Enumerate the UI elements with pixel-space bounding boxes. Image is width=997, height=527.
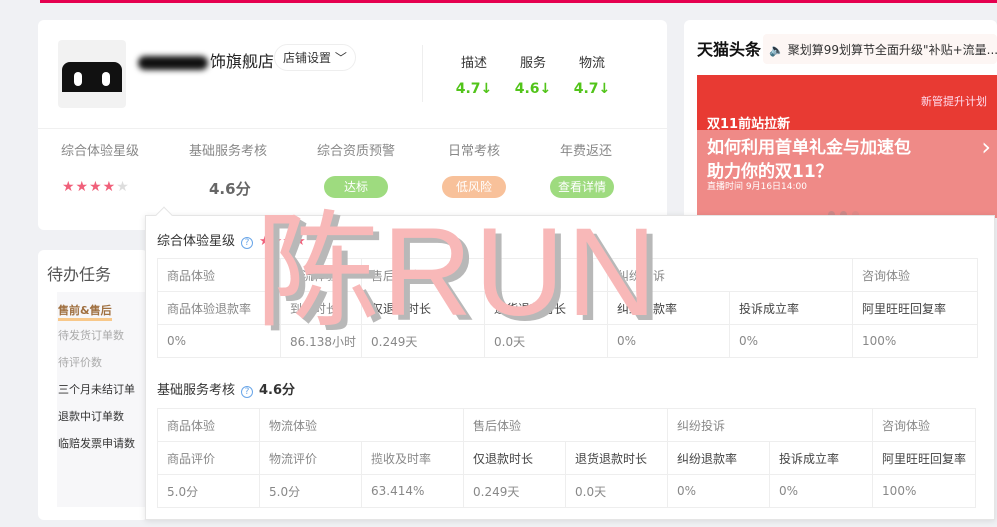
star-rating: ★★★★★ (62, 179, 130, 195)
table-cell: 0.249天 (361, 324, 485, 358)
banner-time: 直播时间 9月16日14:00 (707, 182, 807, 192)
shop-settings-button[interactable]: 店铺设置 ﹀ (274, 44, 356, 71)
table-row: 商品体验 物流体验 售后体验 纠纷投诉 咨询体验 (157, 408, 977, 442)
table-cell: 5.0分 (259, 474, 362, 508)
table-cell: 0% (667, 474, 771, 508)
metric-title[interactable]: 日常考核 (419, 140, 529, 159)
table-cell: 售后体验 (360, 258, 609, 292)
experience-table: 商品体验 物流体验 售后体验 纠纷投诉 咨询体验 商品体验退款率 到货时长 仅退款时长 退货退… (157, 258, 979, 358)
table-cell: 投诉成立率 (769, 441, 874, 475)
table-cell: 商品体验退款率 (157, 291, 281, 325)
metric-title[interactable]: 年费返还 (531, 140, 641, 159)
todo-item[interactable]: 待评价数 (58, 354, 102, 370)
tmall-headline-logo: 天猫头条 (697, 40, 762, 59)
section-title-experience: 综合体验星级? ★★★★ (157, 234, 306, 249)
table-cell: 0% (729, 324, 854, 358)
divider (38, 128, 667, 129)
table-cell: 0% (769, 474, 874, 508)
todo-item[interactable]: 待发货订单数 (58, 327, 124, 343)
divider (422, 45, 423, 102)
daily-risk-badge[interactable]: 低风险 (442, 176, 506, 198)
dsr-logistics: 物流 4.7↓ (573, 56, 611, 97)
basic-score: 4.6分 (209, 180, 251, 198)
qualification-badge[interactable]: 达标 (324, 176, 388, 198)
todo-tab[interactable]: 售前&售后 (58, 302, 112, 321)
promo-banner[interactable]: 新管提升计划 双11前站拉新 如何利用首单礼金与加速包 助力你的双11？ 直播时… (697, 75, 997, 218)
metric-title[interactable]: 基础服务考核 (173, 140, 283, 159)
metric-title[interactable]: 综合资质预警 (301, 140, 411, 159)
banner-brand: 新管提升计划 (921, 95, 987, 108)
speaker-icon: 🔈 (769, 43, 784, 57)
section-title-basic: 基础服务考核? 4.6分 (157, 383, 296, 398)
help-icon[interactable]: ? (241, 237, 254, 249)
table-cell: 咨询体验 (872, 408, 977, 442)
table-cell: 纠纷退款率 (667, 441, 771, 475)
table-row: 商品体验退款率 到货时长 仅退款时长 退货退款时长 纠纷退款率 投诉成立率 阿里旺旺回复率 (157, 291, 979, 325)
table-cell: 咨询体验 (852, 258, 979, 292)
banner-tag: 双11前站拉新 (707, 117, 791, 132)
table-cell: 0.0天 (565, 474, 669, 508)
table-cell: 物流体验 (258, 408, 465, 442)
table-cell: 0% (157, 324, 281, 358)
table-cell: 到货时长 (280, 291, 362, 325)
table-cell: 仅退款时长 (463, 441, 567, 475)
table-cell: 商品评价 (157, 441, 260, 475)
table-cell: 揽收及时率 (360, 441, 465, 475)
top-accent-bar (40, 0, 997, 3)
table-cell: 纠纷投诉 (607, 258, 854, 292)
table-cell: 投诉成立率 (729, 291, 854, 325)
shop-logo (58, 40, 126, 108)
table-cell: 商品体验 (157, 408, 260, 442)
table-cell: 5.0分 (157, 474, 260, 508)
table-cell: 商品体验 (157, 258, 281, 292)
table-cell: 0% (607, 324, 731, 358)
metric-title[interactable]: 综合体验星级 (45, 140, 155, 159)
table-row: 商品评价 物流评价 揽收及时率 仅退款时长 退货退款时长 纠纷退款率 投诉成立率 阿里旺旺回复… (157, 441, 977, 475)
table-cell: 退货退款时长 (565, 441, 669, 475)
table-cell: 纠纷退款率 (607, 291, 731, 325)
todo-item[interactable]: 三个月未结订单 (58, 381, 135, 397)
table-cell: 100% (852, 324, 979, 358)
table-cell: 86.138小时 (280, 324, 362, 358)
next-arrow-icon[interactable]: › (981, 133, 991, 161)
todo-item[interactable]: 退款中订单数 (58, 408, 124, 424)
table-cell: 物流体验 (280, 258, 362, 292)
table-row: 5.0分 5.0分 63.414% 0.249天 0.0天 0% 0% 100% (157, 474, 977, 508)
todo-card: 待办任务 售前&售后 待发货订单数 待评价数 三个月未结订单 退款中订单数 临赔… (38, 250, 152, 520)
table-cell: 售后体验 (463, 408, 669, 442)
table-cell: 63.414% (360, 474, 465, 508)
help-icon[interactable]: ? (241, 386, 254, 398)
banner-title: 如何利用首单礼金与加速包 (707, 138, 911, 158)
dsr-service: 服务 4.6↓ (514, 56, 552, 97)
table-cell: 阿里旺旺回复率 (872, 441, 977, 475)
news-ticker[interactable]: 🔈 聚划算99划算节全面升级"补贴+流量... (763, 34, 997, 64)
shop-name-text: 饰旗舰店 (210, 52, 275, 71)
table-cell: 物流评价 (259, 441, 362, 475)
todo-title: 待办任务 (47, 265, 112, 284)
basic-service-table: 商品体验 物流体验 售后体验 纠纷投诉 咨询体验 商品评价 物流评价 揽收及时率 仅退款时长退… (157, 408, 977, 508)
shop-name: 饰旗舰店 (138, 48, 274, 72)
table-cell: 仅退款时长 (361, 291, 485, 325)
table-cell: 纠纷投诉 (667, 408, 874, 442)
todo-item[interactable]: 临赔发票申请数 (58, 435, 135, 451)
annual-details-button[interactable]: 查看详情 (550, 176, 614, 198)
dsr-describe: 描述 4.7↓ (455, 56, 493, 97)
table-cell: 0.249天 (463, 474, 567, 508)
table-row: 商品体验 物流体验 售后体验 纠纷投诉 咨询体验 (157, 258, 979, 292)
table-cell: 阿里旺旺回复率 (852, 291, 979, 325)
table-cell: 退货退款时长 (483, 291, 609, 325)
table-cell: 0.0天 (483, 324, 609, 358)
table-cell: 100% (872, 474, 977, 508)
table-row: 0% 86.138小时 0.249天 0.0天 0% 0% 100% (157, 324, 979, 358)
